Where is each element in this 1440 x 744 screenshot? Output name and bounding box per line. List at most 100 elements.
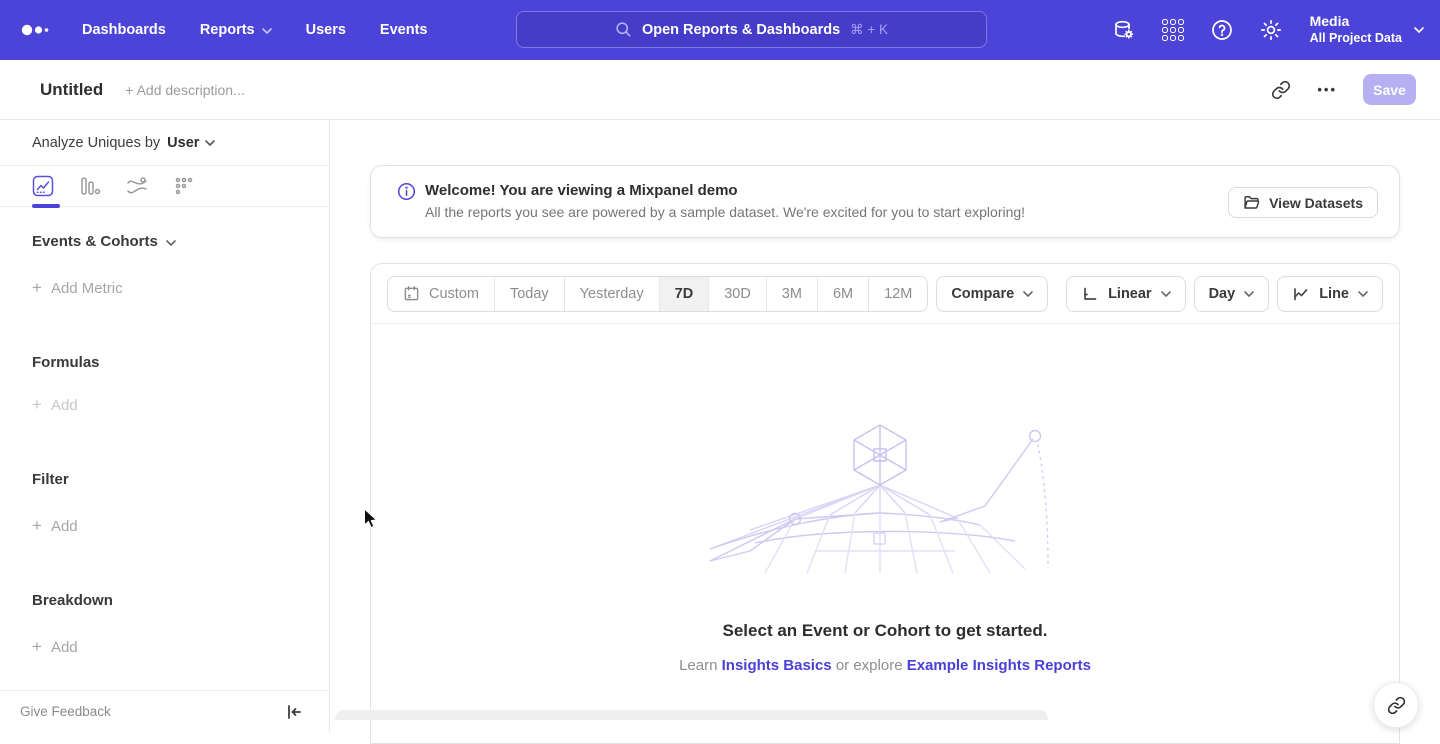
plus-icon: +: [32, 637, 42, 657]
chevron-down-icon: [1414, 27, 1424, 33]
date-range-today-label: Today: [510, 286, 549, 302]
share-link-button[interactable]: [1373, 682, 1419, 728]
plus-icon: +: [32, 516, 42, 536]
chevron-down-icon: [262, 28, 272, 34]
settings-gear-icon[interactable]: [1259, 18, 1283, 42]
events-cohorts-section[interactable]: Events & Cohorts: [32, 233, 297, 250]
nav-reports-label: Reports: [200, 22, 255, 38]
chevron-down-icon: [1161, 291, 1171, 297]
chevron-down-icon: [166, 240, 176, 246]
empty-state-links: Learn Insights Basics or explore Example…: [371, 657, 1399, 674]
events-cohorts-label: Events & Cohorts: [32, 233, 158, 250]
chart-type-label: Line: [1319, 286, 1349, 302]
date-range-custom[interactable]: Custom: [388, 277, 494, 311]
learn-prefix: Learn: [679, 657, 717, 674]
date-range-3m-label: 3M: [782, 286, 802, 302]
query-builder-sidebar: Analyze Uniques by User: [0, 120, 330, 732]
main-content: Welcome! You are viewing a Mixpanel demo…: [330, 120, 1440, 732]
nav-dashboards-label: Dashboards: [82, 22, 166, 38]
link-icon: [1387, 696, 1406, 715]
welcome-banner: Welcome! You are viewing a Mixpanel demo…: [370, 165, 1400, 238]
search-placeholder: Open Reports & Dashboards: [642, 22, 840, 38]
example-reports-link[interactable]: Example Insights Reports: [907, 657, 1091, 674]
copy-link-icon[interactable]: [1271, 80, 1291, 100]
add-formula-button[interactable]: + Add: [32, 395, 297, 415]
report-toolbar: Custom Today Yesterday 7D 30D 3M 6M 12M …: [371, 264, 1399, 324]
linear-scale-icon: [1081, 285, 1099, 303]
chevron-down-icon: [1358, 291, 1368, 297]
date-range-3m[interactable]: 3M: [766, 277, 817, 311]
date-range-7d-label: 7D: [675, 286, 694, 302]
compare-label: Compare: [951, 286, 1014, 302]
analyze-by-value: User: [167, 135, 199, 151]
visualization-tabs: [0, 166, 329, 207]
analyze-uniques-label: Analyze Uniques by: [32, 135, 160, 151]
scale-dropdown[interactable]: Linear: [1066, 276, 1186, 312]
nav-events-label: Events: [380, 22, 428, 38]
date-range-30d-label: 30D: [724, 286, 751, 302]
help-icon[interactable]: [1210, 18, 1234, 42]
filter-section: Filter: [32, 471, 297, 488]
date-range-yesterday-label: Yesterday: [580, 286, 644, 302]
top-nav: Dashboards Reports Users Events Open Rep…: [0, 0, 1440, 60]
middle-text: or explore: [836, 657, 903, 674]
sidebar-footer: Give Feedback: [0, 690, 329, 732]
date-range-yesterday[interactable]: Yesterday: [564, 277, 659, 311]
date-range-12m[interactable]: 12M: [868, 277, 927, 311]
view-datasets-label: View Datasets: [1269, 195, 1363, 211]
date-range-30d[interactable]: 30D: [708, 277, 766, 311]
project-switcher[interactable]: Media All Project Data: [1310, 13, 1424, 46]
empty-state-title: Select an Event or Cohort to get started…: [371, 621, 1399, 641]
date-range-today[interactable]: Today: [494, 277, 564, 311]
formulas-label: Formulas: [32, 354, 100, 371]
mixpanel-logo-icon[interactable]: [20, 20, 50, 40]
nav-users[interactable]: Users: [306, 22, 346, 38]
add-breakdown-button[interactable]: + Add: [32, 637, 297, 657]
date-range-7d[interactable]: 7D: [659, 277, 709, 311]
compare-dropdown[interactable]: Compare: [936, 276, 1048, 312]
active-tab-indicator: [32, 204, 60, 208]
tab-line-chart[interactable]: [32, 175, 54, 197]
apps-grid-icon[interactable]: [1161, 18, 1185, 42]
report-header: Untitled + Add description... ••• Save: [0, 60, 1440, 120]
banner-title: Welcome! You are viewing a Mixpanel demo: [425, 180, 1025, 203]
project-name: Media: [1310, 13, 1402, 31]
add-description-field[interactable]: + Add description...: [125, 82, 244, 98]
empty-state: Select an Event or Cohort to get started…: [371, 325, 1399, 674]
chart-type-dropdown[interactable]: Line: [1277, 276, 1383, 312]
tab-retention[interactable]: [173, 175, 195, 197]
date-range-12m-label: 12M: [884, 286, 912, 302]
tab-bar-chart[interactable]: [79, 175, 101, 197]
scale-label: Linear: [1108, 286, 1152, 302]
add-metric-button[interactable]: + Add Metric: [32, 278, 297, 298]
folder-icon: [1243, 194, 1260, 211]
collapse-sidebar-icon[interactable]: [285, 703, 303, 721]
search-icon: [615, 21, 632, 38]
chevron-down-icon: [1244, 291, 1254, 297]
date-range-custom-label: Custom: [429, 286, 479, 302]
primary-nav: Dashboards Reports Users Events: [82, 22, 427, 38]
global-search-input[interactable]: Open Reports & Dashboards ⌘ + K: [516, 11, 987, 48]
report-card: Custom Today Yesterday 7D 30D 3M 6M 12M …: [370, 263, 1400, 744]
save-button[interactable]: Save: [1363, 74, 1416, 105]
more-options-icon[interactable]: •••: [1317, 82, 1337, 97]
view-datasets-button[interactable]: View Datasets: [1228, 187, 1378, 218]
add-filter-button[interactable]: + Add: [32, 516, 297, 536]
nav-users-label: Users: [306, 22, 346, 38]
breakdown-section: Breakdown: [32, 592, 297, 609]
give-feedback-link[interactable]: Give Feedback: [20, 704, 111, 719]
report-title[interactable]: Untitled: [40, 80, 103, 100]
interval-dropdown[interactable]: Day: [1194, 276, 1270, 312]
chevron-down-icon: [1023, 291, 1033, 297]
date-range-6m[interactable]: 6M: [817, 277, 868, 311]
tab-flows[interactable]: [126, 175, 148, 197]
plus-icon: +: [32, 278, 42, 298]
breakdown-label: Breakdown: [32, 592, 113, 609]
nav-dashboards[interactable]: Dashboards: [82, 22, 166, 38]
nav-events[interactable]: Events: [380, 22, 428, 38]
data-management-icon[interactable]: [1112, 18, 1136, 42]
analyze-by-dropdown[interactable]: User: [167, 135, 215, 151]
filter-label: Filter: [32, 471, 69, 488]
insights-basics-link[interactable]: Insights Basics: [722, 657, 832, 674]
nav-reports[interactable]: Reports: [200, 22, 272, 38]
